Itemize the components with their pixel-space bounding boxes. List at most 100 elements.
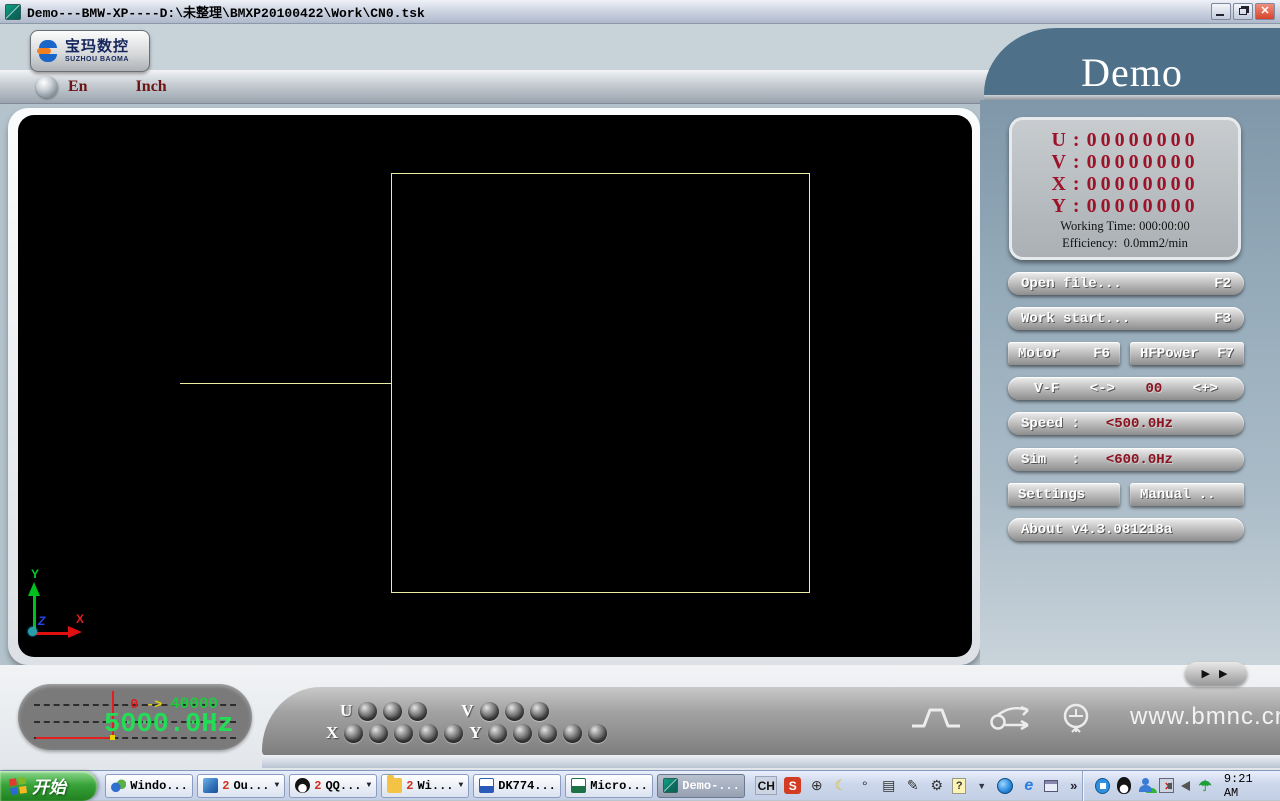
- uv-indicator-row: U V: [340, 701, 549, 721]
- word-icon: [479, 778, 494, 793]
- group-dropdown-icon[interactable]: ▼: [274, 781, 279, 790]
- start-button[interactable]: 开始: [0, 771, 97, 801]
- vf-adjust-button[interactable]: V-F<->00<+>: [1008, 377, 1244, 400]
- internet-explorer-icon[interactable]: e: [1020, 777, 1037, 794]
- excel-icon: [571, 778, 586, 793]
- manual-button[interactable]: Manual ..: [1130, 483, 1244, 506]
- u-indicator-light: [408, 702, 427, 721]
- language-indicator[interactable]: CH: [755, 776, 777, 795]
- task-excel-document[interactable]: Micro...: [565, 774, 653, 798]
- punctuation-icon[interactable]: °: [856, 777, 873, 794]
- task-demo-app[interactable]: Demo-...: [657, 774, 745, 798]
- x-indicator-light: [369, 724, 388, 743]
- restore-button[interactable]: [1233, 3, 1253, 20]
- cut-path-line: [180, 383, 392, 384]
- moon-icon[interactable]: ☾: [832, 777, 849, 794]
- restore-icon: [1239, 8, 1247, 15]
- sogou-ime-icon[interactable]: S: [784, 777, 801, 794]
- brand-logo: 宝玛数控 SUZHOU BAOMA: [30, 30, 150, 72]
- antivirus-umbrella-icon[interactable]: ☂: [1197, 777, 1213, 794]
- minimize-button[interactable]: [1211, 3, 1231, 20]
- browser-tray-icon[interactable]: [1095, 778, 1110, 794]
- v-indicator-light: [530, 702, 549, 721]
- group-dropdown-icon[interactable]: ▼: [366, 781, 371, 790]
- taskbar: 开始 Windo... 2 Ou... ▼ 2 QQ... ▼ 2 Wi... …: [0, 770, 1280, 800]
- app-icon: [5, 4, 21, 20]
- logo-name-cn: 宝玛数控: [65, 39, 129, 54]
- messenger-icon: [111, 778, 126, 793]
- pen-icon[interactable]: ✎: [904, 777, 921, 794]
- motor-button[interactable]: MotorF6: [1008, 342, 1120, 365]
- v-indicator-light: [480, 702, 499, 721]
- close-button[interactable]: ✕: [1255, 3, 1275, 20]
- axis-z-label: Z: [38, 614, 45, 628]
- x-indicator-light: [419, 724, 438, 743]
- demo-app-icon: [663, 778, 678, 793]
- coordinate-display: U:00000000 V:00000000 X:00000000 Y:00000…: [1009, 117, 1241, 260]
- coord-row-y: Y:00000000: [1012, 195, 1238, 217]
- windows-flag-icon: [9, 776, 27, 794]
- y-indicator-light: [513, 724, 532, 743]
- status-bar-shadow: [262, 755, 1280, 768]
- taskbar-clock[interactable]: 9:21 AM: [1224, 772, 1270, 800]
- main-window: En Inch 宝玛数控 SUZHOU BAOMA Demo Y Z X U:0…: [0, 24, 1280, 770]
- axis-origin-dot: [28, 627, 37, 636]
- soft-keyboard-icon[interactable]: ▤: [880, 777, 897, 794]
- sim-button[interactable]: Sim :<600.0Hz: [1008, 448, 1244, 471]
- tools-icon[interactable]: ⚙: [928, 777, 945, 794]
- task-outlook-group[interactable]: 2 Ou... ▼: [197, 774, 285, 798]
- speed-button[interactable]: Speed :<500.0Hz: [1008, 412, 1244, 435]
- group-dropdown-icon[interactable]: ▼: [458, 781, 463, 790]
- units-toggle[interactable]: Inch: [136, 78, 167, 96]
- orientation-ball-icon: [36, 76, 58, 98]
- task-explorer-group[interactable]: 2 Wi... ▼: [381, 774, 469, 798]
- qq-tray-icon[interactable]: [1117, 777, 1131, 794]
- ime-mode-icon[interactable]: ⊕: [808, 777, 825, 794]
- coord-row-x: X:00000000: [1012, 173, 1238, 195]
- help-icon[interactable]: ?: [952, 778, 966, 794]
- system-tray: ✕ ☂ 9:21 AM: [1082, 771, 1280, 801]
- window-title: Demo---BMW-XP----D:\未整理\BMXP20100422\Wor…: [27, 2, 425, 21]
- efficiency: Efficiency: 0.0mm2/min: [1012, 236, 1238, 251]
- u-indicator-light: [358, 702, 377, 721]
- frequency-gauge: 0->40000 5000.0Hz: [18, 684, 252, 750]
- task-windows-messenger[interactable]: Windo...: [105, 774, 193, 798]
- about-button[interactable]: About v4.3.081218a: [1008, 518, 1244, 541]
- working-time: Working Time: 000:00:00: [1012, 219, 1238, 234]
- drawing-frame: Y Z X: [8, 108, 980, 665]
- dial-gauge-icon: [1060, 701, 1092, 733]
- window-titlebar: Demo---BMW-XP----D:\未整理\BMXP20100422\Wor…: [0, 0, 1280, 24]
- x-indicator-light: [394, 724, 413, 743]
- pulse-wave-icon: [910, 704, 962, 730]
- volume-icon[interactable]: [1181, 781, 1190, 791]
- x-indicator-light: [444, 724, 463, 743]
- gauge-baseline: [36, 737, 114, 739]
- page-forward-button[interactable]: ▶ ▶: [1185, 662, 1247, 685]
- open-file-button[interactable]: Open file...F2: [1008, 272, 1244, 295]
- language-toggle[interactable]: En: [68, 78, 88, 96]
- website-url: www.bmnc.cn: [1130, 703, 1280, 731]
- task-qq-group[interactable]: 2 QQ... ▼: [289, 774, 377, 798]
- work-start-button[interactable]: Work start...F3: [1008, 307, 1244, 330]
- x-indicator-light: [344, 724, 363, 743]
- drawing-canvas[interactable]: Y Z X: [18, 115, 972, 657]
- axis-x-arrow: [32, 632, 68, 635]
- task-word-document[interactable]: DK774...: [473, 774, 561, 798]
- qq-icon: [295, 778, 310, 793]
- y-indicator-light: [563, 724, 582, 743]
- logo-name-en: SUZHOU BAOMA: [65, 56, 129, 63]
- show-desktop-icon[interactable]: [1044, 780, 1058, 792]
- coord-row-u: U:00000000: [1012, 129, 1238, 151]
- x-indicator-label: X: [326, 723, 338, 743]
- minimize-icon: [1216, 14, 1224, 16]
- hfpower-button[interactable]: HFPowerF7: [1130, 342, 1244, 365]
- gauge-value: 5000.0Hz: [104, 710, 234, 740]
- media-player-icon[interactable]: [997, 778, 1013, 794]
- quick-launch-overflow[interactable]: »: [1065, 777, 1082, 794]
- language-bar-options-icon[interactable]: ▼: [973, 777, 990, 794]
- demo-title: Demo: [1081, 53, 1183, 95]
- user-status-tray-icon[interactable]: [1138, 778, 1152, 793]
- axis-x-label: X: [76, 612, 84, 626]
- settings-button[interactable]: Settings: [1008, 483, 1120, 506]
- status-bar: U V X Y www.bmnc.cn: [262, 687, 1280, 757]
